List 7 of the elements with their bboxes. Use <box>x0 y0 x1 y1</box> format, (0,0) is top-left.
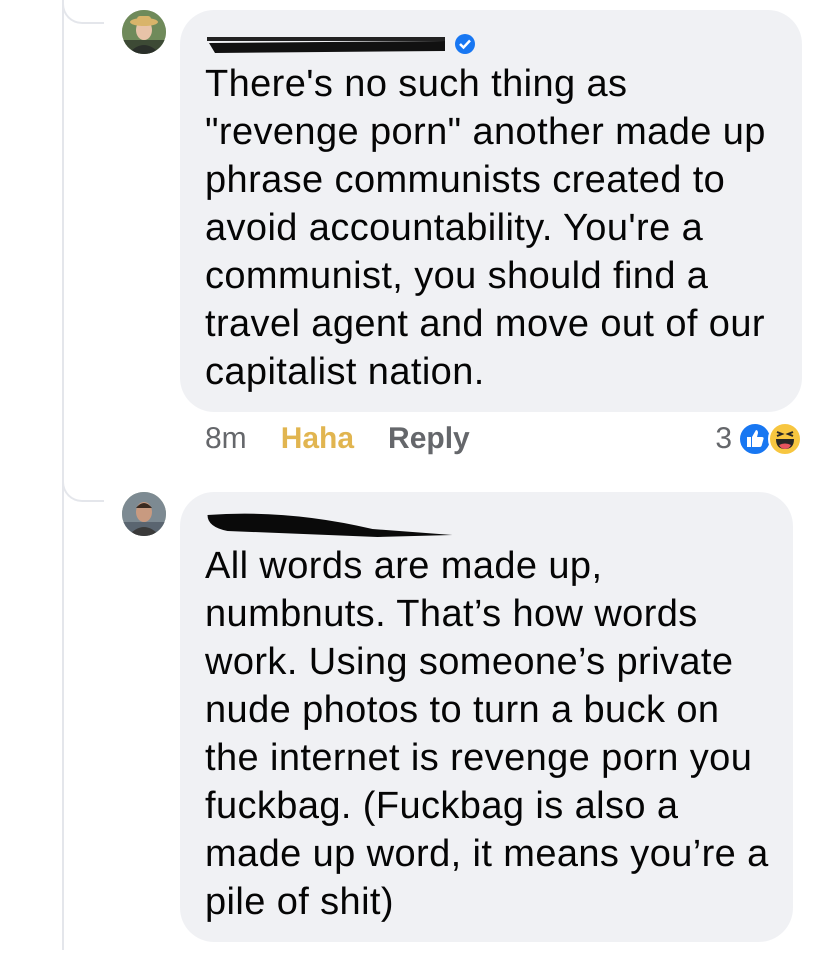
reaction-count: 3 <box>715 422 732 456</box>
comment-time: 8m <box>205 422 247 456</box>
reply-link[interactable]: Reply <box>388 422 470 456</box>
laughing-reaction-icon <box>768 422 802 456</box>
like-reaction-icon <box>738 422 772 456</box>
comment-text: All words are made up, numbnuts. That’s how words work. Using someone’s private nude photos to turn a buck on the internet is revenge porn you fuckbag. (Fuckbag is also a made up word, it means you’re a pile of shit) <box>205 544 769 925</box>
comment-text: There's no such thing as "revenge porn" another made up phrase communists created to avoid accountability. You're a communist, you should find a travel agent and move out of our capitalist nation. <box>205 62 767 395</box>
